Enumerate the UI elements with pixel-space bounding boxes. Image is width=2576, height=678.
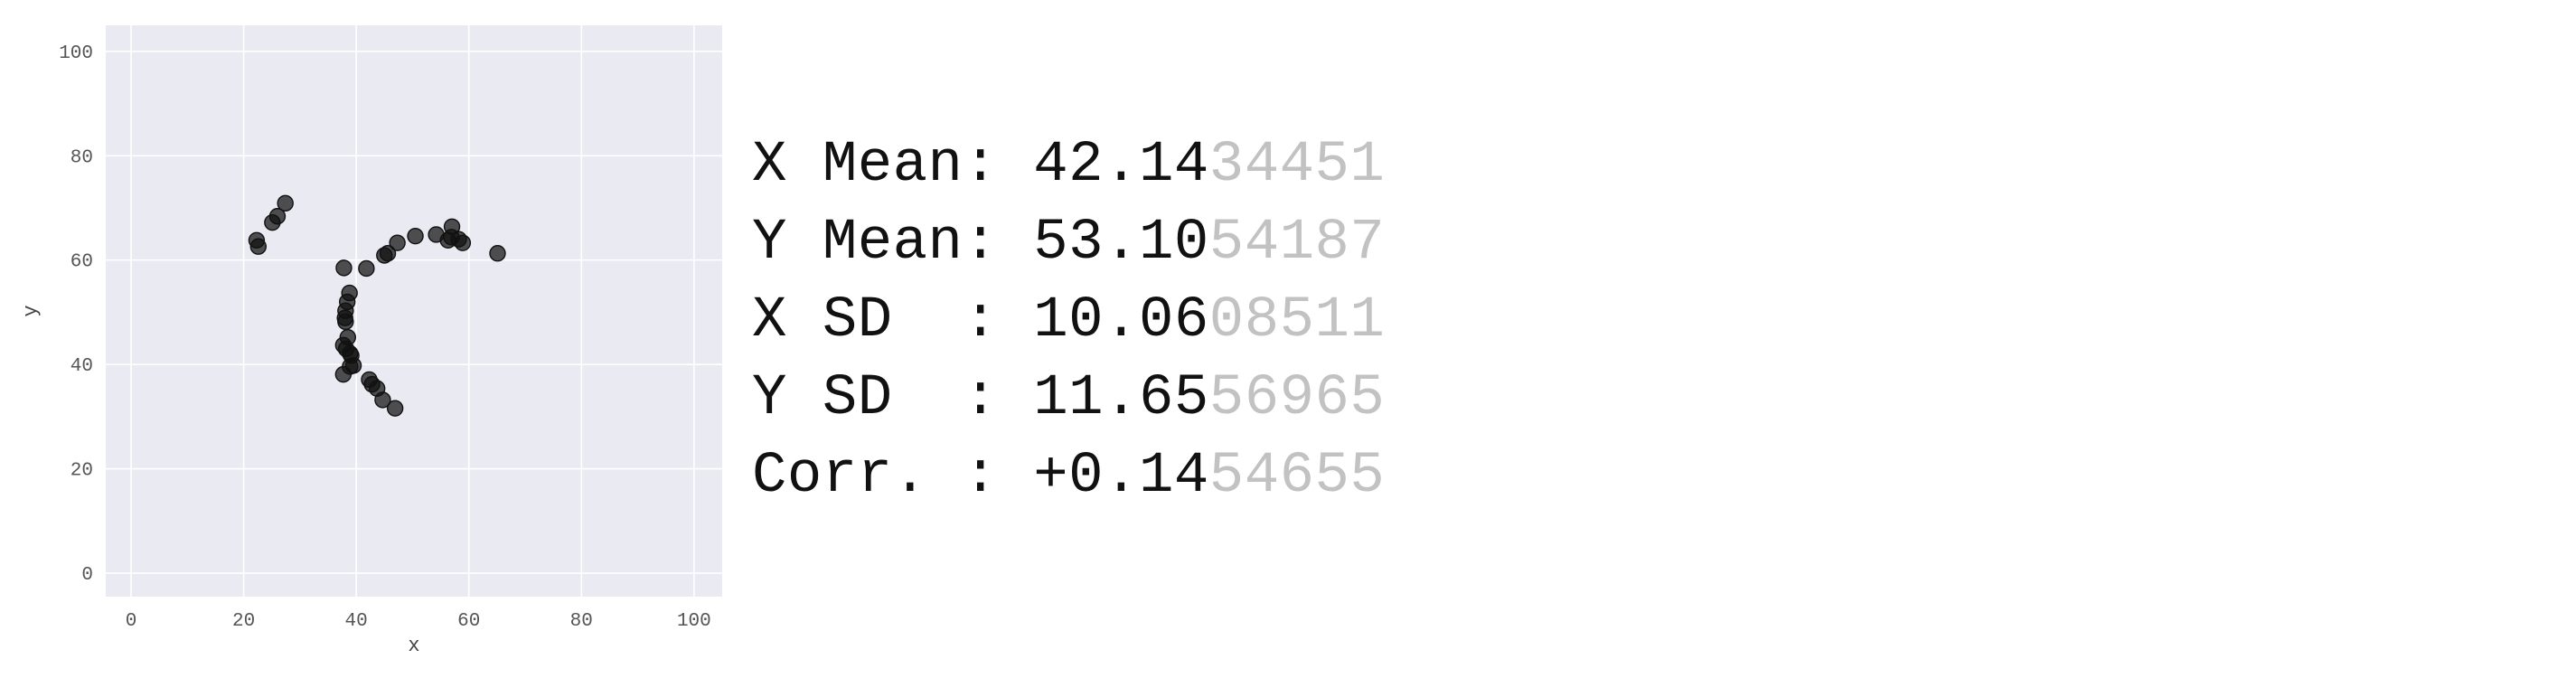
- stat-label: X Mean:: [752, 133, 1034, 198]
- data-point: [249, 238, 267, 255]
- data-point: [407, 227, 424, 245]
- stat-row-x-sd: X SD : 10.0608511: [752, 282, 1385, 360]
- stat-label: X SD :: [752, 288, 1034, 353]
- x-axis-label: x: [408, 635, 419, 657]
- x-tick-label: 60: [457, 611, 480, 632]
- data-point: [489, 245, 506, 262]
- x-tick-label: 0: [126, 611, 137, 632]
- stat-value-faded-digits: 54187: [1208, 211, 1386, 276]
- y-tick-label: 60: [71, 252, 93, 273]
- y-axis-label: y: [20, 305, 42, 316]
- x-tick-label: 100: [677, 611, 711, 632]
- data-point: [334, 365, 353, 383]
- stat-value-faded-digits: 56965: [1208, 366, 1386, 431]
- y-tick-label: 80: [71, 147, 93, 168]
- y-tick-label: 40: [71, 356, 93, 377]
- stat-row-correlation: Corr. : +0.1454655: [752, 438, 1385, 515]
- scatter-chart: 0 20 40 60 80 100 0 20 40 60 80 100 x y: [20, 25, 722, 657]
- y-tick-label: 100: [59, 43, 93, 64]
- stat-value: +0.14: [1033, 444, 1209, 509]
- data-point: [454, 234, 472, 251]
- y-tick-label: 0: [81, 565, 93, 586]
- x-tick-label: 20: [232, 611, 255, 632]
- x-tick-label: 80: [570, 611, 593, 632]
- stat-value: 10.06: [1033, 288, 1209, 353]
- stat-value: 53.10: [1033, 211, 1209, 276]
- stat-row-y-mean: Y Mean: 53.1054187: [752, 204, 1385, 282]
- stat-value: 11.65: [1033, 366, 1209, 431]
- stat-row-x-mean: X Mean: 42.1434451: [752, 127, 1385, 204]
- stat-value-faded-digits: 08511: [1208, 288, 1386, 353]
- stat-row-y-sd: Y SD : 11.6556965: [752, 360, 1385, 438]
- data-point: [277, 194, 294, 212]
- data-point: [358, 259, 375, 278]
- data-point: [337, 313, 354, 331]
- data-point: [389, 234, 406, 251]
- data-point: [335, 259, 353, 277]
- stat-label: Y SD :: [752, 366, 1034, 431]
- stat-value: 42.14: [1033, 133, 1209, 198]
- stat-value-faded-digits: 54655: [1208, 444, 1386, 509]
- y-tick-label: 20: [71, 461, 93, 482]
- stat-label: Y Mean:: [752, 211, 1034, 276]
- stat-label: Corr. :: [752, 444, 1034, 509]
- x-tick-label: 40: [345, 611, 368, 632]
- plot-area: [106, 25, 722, 597]
- summary-statistics: X Mean: 42.1434451 Y Mean: 53.1054187 X …: [752, 127, 1385, 515]
- data-point: [386, 400, 404, 417]
- stat-value-faded-digits: 34451: [1208, 133, 1386, 198]
